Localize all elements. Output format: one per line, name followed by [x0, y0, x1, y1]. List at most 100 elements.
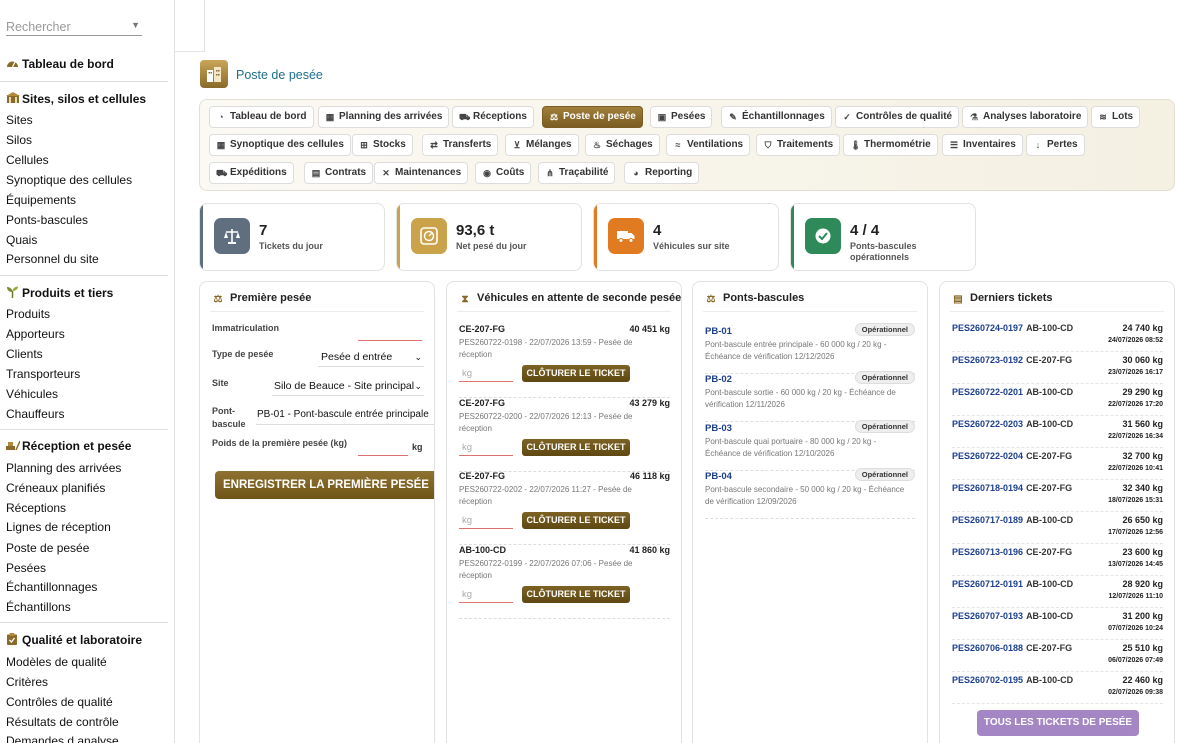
close-ticket-button[interactable]: CLÔTURER LE TICKET	[522, 586, 630, 603]
sidebar-item[interactable]: Échantillonnages	[6, 580, 97, 594]
pont-select[interactable]: PB-01 - Pont-bascule entrée principale⌄	[256, 407, 434, 425]
bridge-code[interactable]: PB-03	[705, 423, 732, 434]
bridge-code[interactable]: PB-04	[705, 471, 732, 482]
ticket-number[interactable]: PES260713-0196	[952, 547, 1023, 557]
second-weight-input[interactable]: kg	[459, 586, 513, 603]
tab-thermometrie[interactable]: 🌡 Thermométrie	[843, 134, 938, 156]
tab-melanges[interactable]: ⊻ Mélanges	[505, 134, 579, 156]
tab-transferts[interactable]: ⇄ Transferts	[422, 134, 499, 156]
ticket-number[interactable]: PES260712-0191	[952, 579, 1023, 589]
tab-couts[interactable]: ◉ Coûts	[475, 162, 532, 184]
save-first-weighing-button[interactable]: ENREGISTRER LA PREMIÈRE PESÉE	[215, 471, 434, 499]
tab-traitements[interactable]: ⛉ Traitements	[756, 134, 841, 156]
sidebar-item[interactable]: Lignes de réception	[6, 520, 111, 534]
table-row[interactable]: PES260707-0193 AB-100-CD 31 200 kg 07/07/20…	[952, 608, 1163, 640]
sidebar-item[interactable]: Échantillons	[6, 600, 71, 614]
table-row[interactable]: PES260706-0188 CE-207-FG 25 510 kg 06/07/20…	[952, 640, 1163, 672]
search-input[interactable]: Rechercher ▼	[6, 18, 142, 36]
sidebar-item[interactable]: Véhicules	[6, 387, 58, 401]
bridge-code[interactable]: PB-01	[705, 326, 732, 337]
sidebar-section-produits[interactable]: Produits et tiers	[6, 286, 113, 300]
tab-maintenances[interactable]: ✕ Maintenances	[374, 162, 469, 184]
tab-planning-des-arrivees[interactable]: ▦ Planning des arrivées	[318, 106, 450, 128]
tab-tracabilite[interactable]: ⋔ Traçabilité	[538, 162, 616, 184]
close-ticket-button[interactable]: CLÔTURER LE TICKET	[522, 365, 630, 382]
tab-synoptique-des-cellules[interactable]: ▦ Synoptique des cellules	[209, 134, 351, 156]
sidebar-item[interactable]: Quais	[6, 233, 37, 247]
tab-pesees[interactable]: ▣ Pesées	[650, 106, 713, 128]
table-row[interactable]: PES260724-0197 AB-100-CD 24 740 kg 24/07/20…	[952, 320, 1163, 352]
second-weight-input[interactable]: kg	[459, 365, 513, 382]
tab-poste-de-pesee[interactable]: ⚖ Poste de pesée	[542, 106, 643, 128]
ticket-number[interactable]: PES260702-0195	[952, 675, 1023, 685]
ticket-number[interactable]: PES260724-0197	[952, 323, 1023, 333]
sidebar-section-qualite[interactable]: Qualité et laboratoire	[6, 633, 142, 647]
tab-reporting[interactable]: ◕ Reporting	[624, 162, 700, 184]
tab-contrats[interactable]: ▤ Contrats	[304, 162, 374, 184]
table-row[interactable]: PES260717-0189 AB-100-CD 26 650 kg 17/07/20…	[952, 512, 1163, 544]
table-row[interactable]: PES260702-0195 AB-100-CD 22 460 kg 02/07/20…	[952, 672, 1163, 704]
sidebar-item[interactable]: Équipements	[6, 193, 76, 207]
sidebar-item[interactable]: Personnel du site	[6, 252, 99, 266]
sidebar-item[interactable]: Modèles de qualité	[6, 655, 107, 669]
sidebar-item[interactable]: Apporteurs	[6, 327, 65, 341]
tab-echantillonnages[interactable]: ✎ Échantillonnages	[721, 106, 832, 128]
sidebar-item[interactable]: Réceptions	[6, 501, 66, 515]
tab-lots[interactable]: ≋ Lots	[1091, 106, 1141, 128]
table-row[interactable]: PES260713-0196 CE-207-FG 23 600 kg 13/07/20…	[952, 544, 1163, 576]
sidebar-item[interactable]: Chauffeurs	[6, 407, 64, 421]
sidebar-item[interactable]: Ponts-bascules	[6, 213, 88, 227]
sidebar-item[interactable]: Sites	[6, 113, 33, 127]
second-weight-input[interactable]: kg	[459, 439, 513, 456]
sidebar-item[interactable]: Produits	[6, 307, 50, 321]
site-select[interactable]: Silo de Beauce - Site principal ⌄	[272, 378, 424, 396]
table-row[interactable]: PES260722-0204 CE-207-FG 32 700 kg 22/07/20…	[952, 448, 1163, 480]
sidebar-item[interactable]: Planning des arrivées	[6, 461, 121, 475]
ticket-number[interactable]: PES260723-0192	[952, 355, 1023, 365]
table-row[interactable]: PES260718-0194 CE-207-FG 32 340 kg 18/07/20…	[952, 480, 1163, 512]
sidebar-item[interactable]: Synoptique des cellules	[6, 173, 132, 187]
tab-stocks[interactable]: ⊞ Stocks	[352, 134, 413, 156]
chevron-down-icon[interactable]: ▼	[131, 20, 140, 30]
tab-tableau-de-bord[interactable]: ◔ Tableau de bord	[209, 106, 314, 128]
sidebar-item[interactable]: Clients	[6, 347, 43, 361]
close-ticket-button[interactable]: CLÔTURER LE TICKET	[522, 439, 630, 456]
second-weight-input[interactable]: kg	[459, 512, 513, 529]
tab-controles-de-qualite[interactable]: ✓ Contrôles de qualité	[835, 106, 960, 128]
sidebar-section-sites[interactable]: Sites, silos et cellules	[6, 92, 146, 106]
bridge-code[interactable]: PB-02	[705, 374, 732, 385]
all-tickets-button[interactable]: TOUS LES TICKETS DE PESÉE	[977, 710, 1139, 736]
sidebar-item[interactable]: Silos	[6, 133, 32, 147]
table-row[interactable]: PES260722-0201 AB-100-CD 29 290 kg 22/07/20…	[952, 384, 1163, 416]
sidebar-item[interactable]: Contrôles de qualité	[6, 695, 113, 709]
ticket-number[interactable]: PES260722-0204	[952, 451, 1023, 461]
poids-input[interactable]	[358, 455, 408, 456]
ticket-number[interactable]: PES260717-0189	[952, 515, 1023, 525]
tab-inventaires[interactable]: ☰ Inventaires	[942, 134, 1023, 156]
sidebar-section-reception[interactable]: Réception et pesée	[6, 439, 131, 453]
sidebar-item[interactable]: Poste de pesée	[6, 541, 89, 555]
sidebar-item[interactable]: Pesées	[6, 561, 46, 575]
table-row[interactable]: PES260722-0203 AB-100-CD 31 560 kg 22/07/20…	[952, 416, 1163, 448]
tab-sechages[interactable]: ♨ Séchages	[585, 134, 660, 156]
sidebar-item[interactable]: Demandes d analyse	[6, 734, 119, 743]
sidebar-item[interactable]: Transporteurs	[6, 367, 80, 381]
tab-ventilations[interactable]: ≈ Ventilations	[666, 134, 751, 156]
ticket-number[interactable]: PES260722-0203	[952, 419, 1023, 429]
sidebar-item[interactable]: Cellules	[6, 153, 49, 167]
table-row[interactable]: PES260712-0191 AB-100-CD 28 920 kg 12/07/20…	[952, 576, 1163, 608]
ticket-number[interactable]: PES260722-0201	[952, 387, 1023, 397]
close-ticket-button[interactable]: CLÔTURER LE TICKET	[522, 512, 630, 529]
sidebar-item[interactable]: Créneaux planifiés	[6, 481, 105, 495]
type-select[interactable]: Pesée d entrée ⌄	[318, 349, 424, 367]
tab-receptions[interactable]: ⛟ Réceptions	[452, 106, 534, 128]
ticket-number[interactable]: PES260706-0188	[952, 643, 1023, 653]
tab-pertes[interactable]: ↓ Pertes	[1026, 134, 1085, 156]
ticket-number[interactable]: PES260718-0194	[952, 483, 1023, 493]
sidebar-item[interactable]: Résultats de contrôle	[6, 715, 119, 729]
table-row[interactable]: PES260723-0192 CE-207-FG 30 060 kg 23/07/20…	[952, 352, 1163, 384]
ticket-number[interactable]: PES260707-0193	[952, 611, 1023, 621]
immat-input[interactable]	[358, 340, 422, 341]
tab-expeditions[interactable]: ⛟ Expéditions	[209, 162, 294, 184]
sidebar-item[interactable]: Critères	[6, 675, 48, 689]
